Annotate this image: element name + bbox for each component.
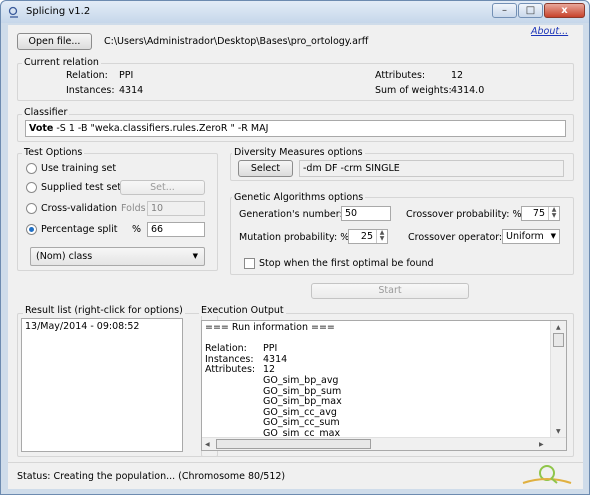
horizontal-scrollbar[interactable]: ◀ ▶ [202,437,566,450]
diversity-label: Diversity Measures options [232,147,365,158]
horizontal-scroll-thumb[interactable] [216,439,371,449]
chevron-down-icon: ▼ [192,252,198,260]
instances-label: Instances: [66,85,115,96]
output-line: Instances: 4314 [205,353,545,366]
use-training-radio[interactable] [26,163,37,174]
attributes-value: 12 [451,70,464,81]
class-select[interactable]: (Nom) class ▼ [30,247,205,266]
diversity-field: -dm DF -crm SINGLE [299,160,564,177]
current-relation-label: Current relation [22,57,101,68]
scroll-down-icon[interactable]: ▼ [556,427,561,438]
start-button[interactable]: Start [311,283,469,299]
output-lines: === Run information === Relation: PPI Insta… [205,322,545,440]
scroll-right-icon[interactable]: ▶ [539,440,544,450]
mutation-spinner[interactable]: ▲ ▼ [376,230,387,243]
execution-output-label: Execution Output [199,305,286,316]
folds-input[interactable]: 10 [147,201,205,216]
title-bar[interactable]: Splicing v1.2 – □ x [1,1,589,23]
output-line: Relation: PPI [205,343,545,355]
crossover-prob-value: 75 [532,208,545,219]
execution-output-area[interactable]: === Run information === Relation: PPI Insta… [201,320,567,451]
output-line-key: Relation: [205,343,247,355]
test-options-label: Test Options [22,147,85,158]
mutation-value: 25 [360,231,373,242]
classifier-label: Classifier [22,107,70,118]
classifier-name: Vote [29,123,54,134]
crossover-prob-input[interactable]: 75 ▲ ▼ [521,206,560,221]
supplied-test-label: Supplied test set [41,182,122,193]
crossover-op-select[interactable]: Uniform ▼ [502,229,560,244]
generations-label: Generation's number: [239,209,343,220]
attributes-label: Attributes: [375,70,426,81]
instances-value: 4314 [119,85,144,96]
about-link[interactable]: About... [531,26,568,37]
client-area: Open file... C:\Users\Administrador\Desk… [8,25,583,489]
weka-logo-icon [522,465,572,484]
percentage-split-label: Percentage split [41,224,118,235]
app-icon [8,6,18,18]
output-line: Attributes: 12 [205,365,545,376]
percent-input[interactable]: 66 [147,222,205,237]
relation-value: PPI [119,70,134,81]
crossover-op-value: Uniform [506,231,544,242]
output-line: GO_sim_bp_avg [205,374,545,387]
output-line: GO_sim_cc_avg [205,407,545,419]
ga-options-label: Genetic Algorithms options [232,192,366,203]
supplied-test-radio[interactable] [26,182,37,193]
result-list[interactable]: 13/May/2014 - 09:08:52 [21,318,183,452]
classifier-args: -S 1 -B "weka.classifiers.rules.ZeroR " … [53,123,269,134]
minimize-button[interactable]: – [492,3,517,18]
crossover-op-label: Crossover operator: [408,232,503,243]
sum-weights-value: 4314.0 [451,85,485,96]
class-select-value: (Nom) class [36,251,93,262]
output-line-key: === Run information === [205,322,335,333]
output-line: GO_sim_cc_sum [205,418,545,429]
crossover-prob-label: Crossover probability: % [406,209,522,220]
use-training-label: Use training set [41,163,117,174]
generations-input[interactable]: 50 [341,206,391,221]
vertical-scrollbar[interactable]: ▲ ▼ [550,321,566,438]
result-list-item[interactable]: 13/May/2014 - 09:08:52 [22,319,182,334]
chevron-down-icon: ▼ [550,232,556,240]
sum-weights-label: Sum of weights: [375,85,452,96]
maximize-button[interactable]: □ [518,3,543,18]
status-text: Status: Creating the population... (Chro… [17,471,286,482]
result-list-label: Result list (right-click for options) [23,305,185,316]
window-title: Splicing v1.2 [26,6,91,17]
main-window: Splicing v1.2 – □ x Open file... C:\User… [0,0,590,495]
output-line-value: GO_sim_bp_avg [263,374,339,386]
stop-optimal-checkbox[interactable] [244,258,255,269]
percentage-split-radio[interactable] [26,224,37,235]
close-button[interactable]: x [544,3,585,18]
cross-validation-label: Cross-validation [41,203,117,214]
scroll-left-icon[interactable]: ◀ [205,440,210,450]
scroll-up-icon[interactable]: ▲ [556,323,561,334]
output-line-key: Instances: [205,353,254,365]
set-button[interactable]: Set... [120,180,205,195]
output-line-key: Attributes: [205,364,256,376]
cross-validation-radio[interactable] [26,203,37,214]
file-path: C:\Users\Administrador\Desktop\Bases\pro… [104,36,369,47]
percent-label: % [132,224,142,235]
output-line: GO_sim_bp_sum [205,386,545,398]
classifier-field[interactable]: Vote -S 1 -B "weka.classifiers.rules.Zer… [25,120,566,137]
output-line: === Run information === [205,322,545,334]
select-button[interactable]: Select [238,160,293,177]
relation-label: Relation: [66,70,108,81]
crossover-prob-spinner[interactable]: ▲ ▼ [548,207,559,220]
vertical-scroll-thumb[interactable] [553,333,564,347]
folds-label: Folds [121,203,146,214]
mutation-input[interactable]: 25 ▲ ▼ [348,229,388,244]
open-file-button[interactable]: Open file... [17,33,92,50]
output-line: GO_sim_bp_max [205,397,545,408]
status-divider [8,462,583,463]
mutation-label: Mutation probability: % [239,232,350,243]
stop-optimal-label: Stop when the first optimal be found [259,258,434,269]
